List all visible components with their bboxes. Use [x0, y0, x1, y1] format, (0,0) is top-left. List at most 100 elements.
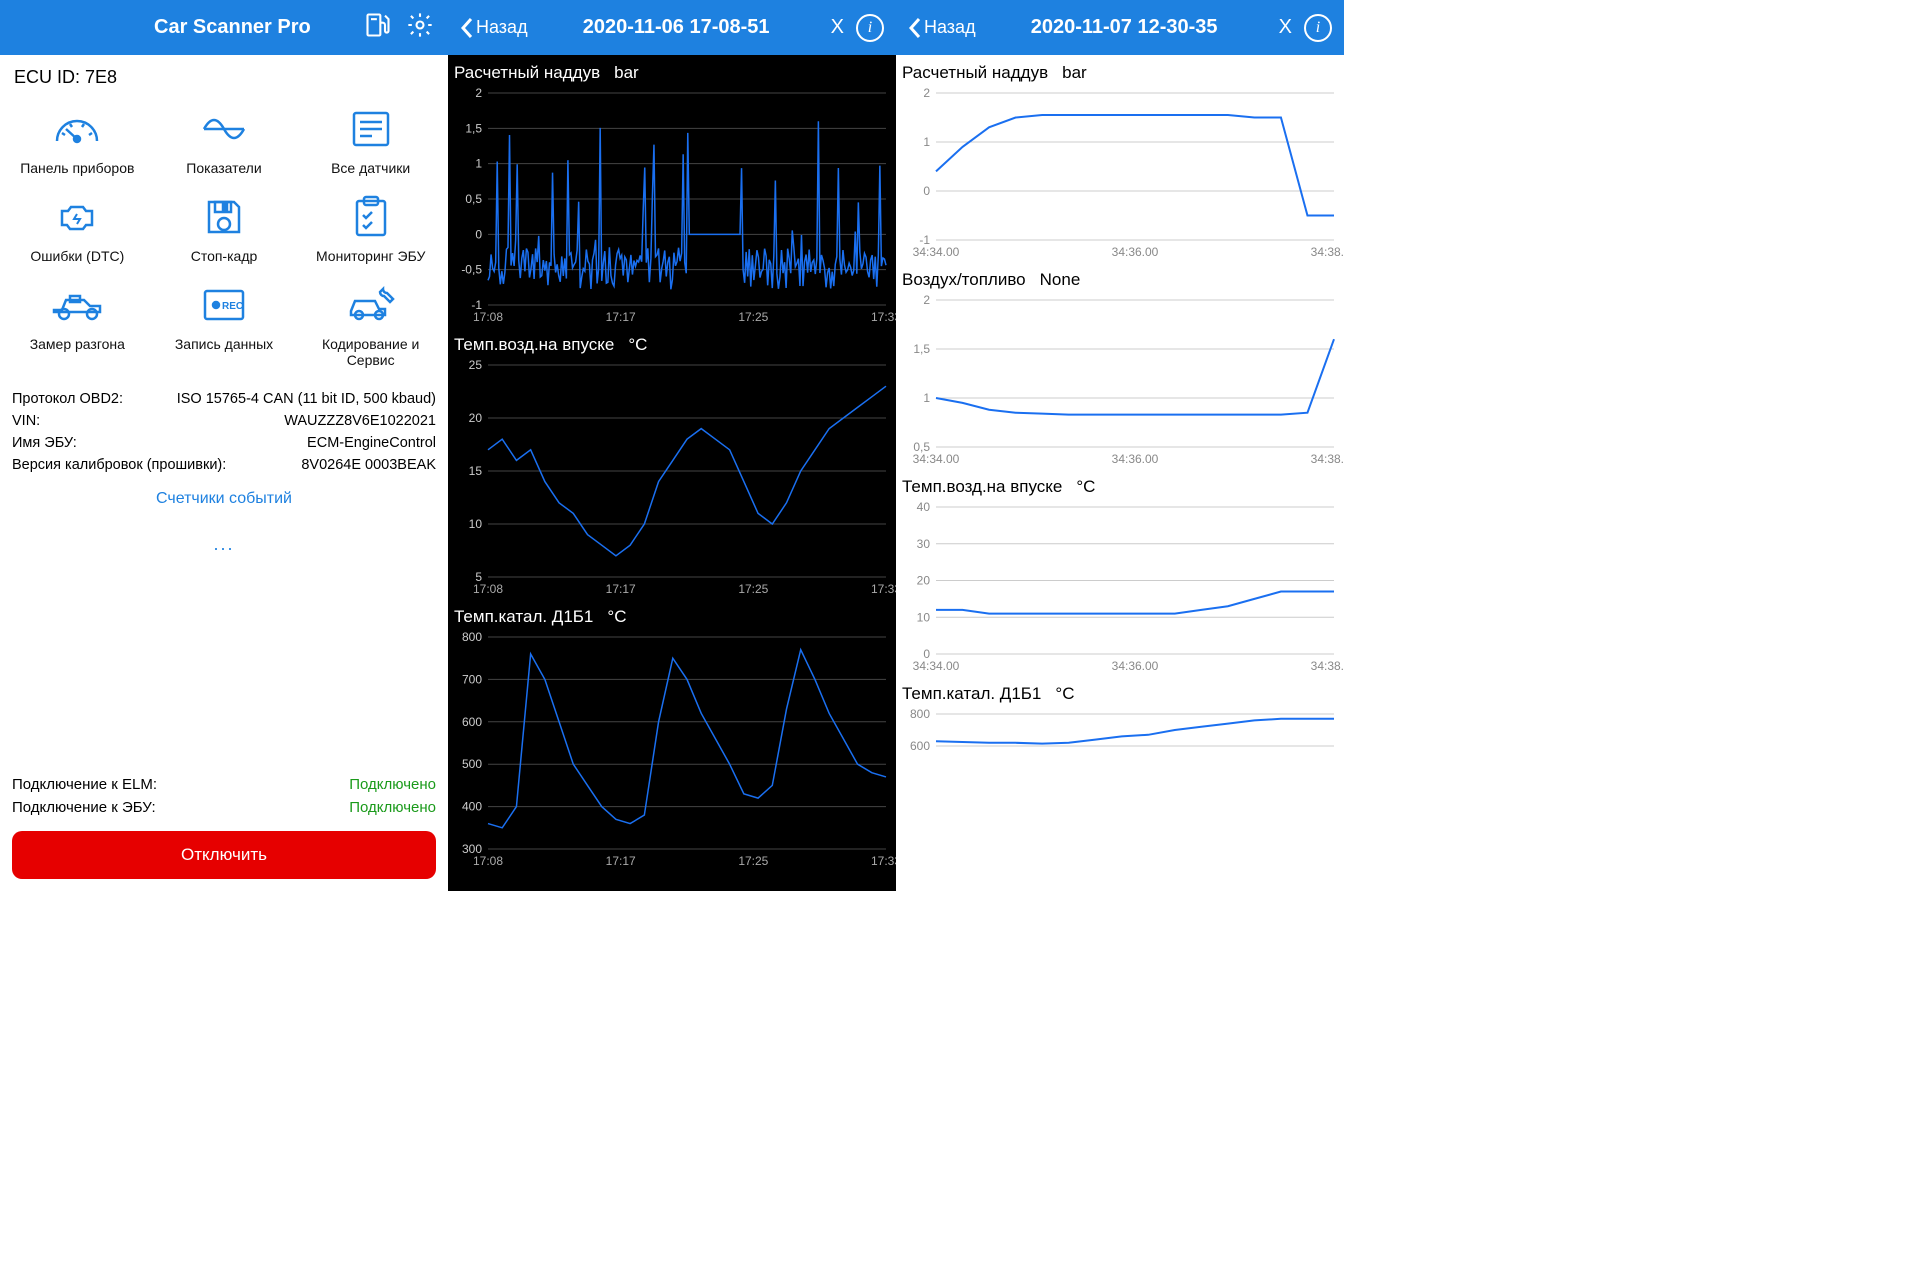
tile-label: Запись данных: [175, 336, 273, 352]
svg-text:10: 10: [469, 517, 483, 531]
conn-row: Подключение к ЭБУ:Подключено: [12, 796, 436, 819]
close-button[interactable]: X: [831, 16, 844, 39]
fuel-icon[interactable]: [364, 11, 392, 44]
svg-text:800: 800: [462, 631, 482, 644]
chart-cat[interactable]: 600800: [896, 708, 1344, 768]
svg-text:34:38.00: 34:38.00: [1311, 452, 1344, 466]
car-wrench-icon: [344, 282, 398, 328]
info-row: VIN:WAUZZZ8V6E1022021: [12, 410, 436, 432]
wave-icon: [197, 106, 251, 152]
svg-text:17:17: 17:17: [606, 582, 636, 596]
header: Назад 2020-11-07 12-30-35 X i: [896, 0, 1344, 55]
chart-title: Воздух/топливоNone: [896, 262, 1344, 294]
svg-text:2: 2: [923, 294, 930, 307]
rec-icon: REC: [197, 282, 251, 328]
svg-text:17:17: 17:17: [606, 310, 636, 324]
chart-iat[interactable]: 01020304034:34.0034:36.0034:38.00: [896, 501, 1344, 676]
svg-text:25: 25: [469, 359, 483, 372]
svg-text:17:08: 17:08: [473, 310, 503, 324]
tile-dashboard[interactable]: Панель приборов: [4, 106, 151, 176]
tile-label: Панель приборов: [20, 160, 134, 176]
svg-text:34:36.00: 34:36.00: [1112, 245, 1159, 259]
tile-label: Замер разгона: [30, 336, 125, 352]
app-title: Car Scanner Pro: [154, 16, 311, 39]
svg-text:17:25: 17:25: [738, 310, 768, 324]
more-dots[interactable]: ...: [0, 522, 448, 583]
svg-text:17:25: 17:25: [738, 582, 768, 596]
info-row: Версия калибровок (прошивки):8V0264E 000…: [12, 454, 436, 476]
svg-text:0,5: 0,5: [465, 192, 482, 206]
svg-text:40: 40: [917, 501, 931, 514]
engine-icon: [50, 194, 104, 240]
chart-title: Темп.катал. Д1Б1°C: [896, 676, 1344, 708]
chart-title: Темп.возд.на впуске°C: [896, 469, 1344, 501]
conn-row: Подключение к ELM:Подключено: [12, 773, 436, 796]
tile-label: Мониторинг ЭБУ: [316, 248, 425, 264]
tile-label: Все датчики: [331, 160, 410, 176]
chart-cat[interactable]: 30040050060070080017:0817:1717:2517:33: [448, 631, 896, 871]
ecu-id: ECU ID: 7E8: [0, 55, 448, 100]
svg-text:-0,5: -0,5: [461, 263, 482, 277]
tile-sensors[interactable]: Все датчики: [297, 106, 444, 176]
gear-icon[interactable]: [406, 11, 434, 44]
tile-record[interactable]: REC Запись данных: [151, 282, 298, 368]
svg-text:400: 400: [462, 800, 482, 814]
svg-text:17:33: 17:33: [871, 582, 896, 596]
close-button[interactable]: X: [1279, 16, 1292, 39]
svg-text:30: 30: [917, 537, 931, 551]
back-button[interactable]: Назад: [460, 17, 528, 39]
svg-text:1,5: 1,5: [913, 342, 930, 356]
back-button[interactable]: Назад: [908, 17, 976, 39]
tile-label: Ошибки (DTC): [30, 248, 124, 264]
tile-label: Стоп-кадр: [191, 248, 258, 264]
svg-text:0: 0: [475, 227, 482, 241]
tile-coding[interactable]: Кодирование и Сервис: [297, 282, 444, 368]
tile-dtc[interactable]: Ошибки (DTC): [4, 194, 151, 264]
tile-label: Кодирование и Сервис: [297, 336, 444, 368]
header: Car Scanner Pro: [0, 0, 448, 55]
chart-title: Темп.возд.на впуске°C: [448, 327, 896, 359]
log-pane-1: Назад 2020-11-06 17-08-51 X i Расчетный …: [448, 0, 896, 891]
chart-boost[interactable]: -1-0,500,511,5217:0817:1717:2517:33: [448, 87, 896, 327]
tile-freeze[interactable]: Стоп-кадр: [151, 194, 298, 264]
chart-title: Расчетный наддувbar: [896, 55, 1344, 87]
svg-text:2: 2: [475, 87, 482, 100]
svg-text:REC: REC: [222, 301, 243, 312]
svg-text:1: 1: [923, 391, 930, 405]
info-row: Протокол OBD2:ISO 15765-4 CAN (11 bit ID…: [12, 388, 436, 410]
tile-label: Показатели: [186, 160, 261, 176]
svg-text:34:34.00: 34:34.00: [913, 245, 960, 259]
info-row: Имя ЭБУ:ECM-EngineControl: [12, 432, 436, 454]
disconnect-button[interactable]: Отключить: [12, 831, 436, 879]
chart-iat[interactable]: 51015202517:0817:1717:2517:33: [448, 359, 896, 599]
svg-text:34:34.00: 34:34.00: [913, 452, 960, 466]
floppy-icon: [197, 194, 251, 240]
svg-text:10: 10: [917, 610, 931, 624]
info-icon[interactable]: i: [1304, 14, 1332, 42]
header: Назад 2020-11-06 17-08-51 X i: [448, 0, 896, 55]
svg-text:17:33: 17:33: [871, 310, 896, 324]
clipboard-icon: [344, 194, 398, 240]
chart-af[interactable]: 0,511,5234:34.0034:36.0034:38.00: [896, 294, 1344, 469]
gauge-icon: [50, 106, 104, 152]
connection-block: Подключение к ELM:Подключено Подключение…: [0, 773, 448, 819]
info-icon[interactable]: i: [856, 14, 884, 42]
tile-accel[interactable]: Замер разгона: [4, 282, 151, 368]
svg-text:800: 800: [910, 708, 930, 721]
svg-text:20: 20: [917, 574, 931, 588]
svg-text:34:36.00: 34:36.00: [1112, 452, 1159, 466]
chart-boost[interactable]: -101234:34.0034:36.0034:38.00: [896, 87, 1344, 262]
tile-monitor[interactable]: Мониторинг ЭБУ: [297, 194, 444, 264]
svg-text:17:33: 17:33: [871, 854, 896, 868]
tile-grid: Панель приборов Показатели Все датчики О…: [0, 100, 448, 380]
event-counters-link[interactable]: Счетчики событий: [0, 476, 448, 522]
chart-title: Темп.катал. Д1Б1°C: [448, 599, 896, 631]
svg-text:17:08: 17:08: [473, 854, 503, 868]
racecar-icon: [50, 282, 104, 328]
svg-text:17:25: 17:25: [738, 854, 768, 868]
log-pane-2: Назад 2020-11-07 12-30-35 X i Расчетный …: [896, 0, 1344, 891]
svg-text:34:34.00: 34:34.00: [913, 659, 960, 673]
tile-live[interactable]: Показатели: [151, 106, 298, 176]
session-title: 2020-11-07 12-30-35: [1031, 16, 1218, 39]
svg-text:0: 0: [923, 184, 930, 198]
